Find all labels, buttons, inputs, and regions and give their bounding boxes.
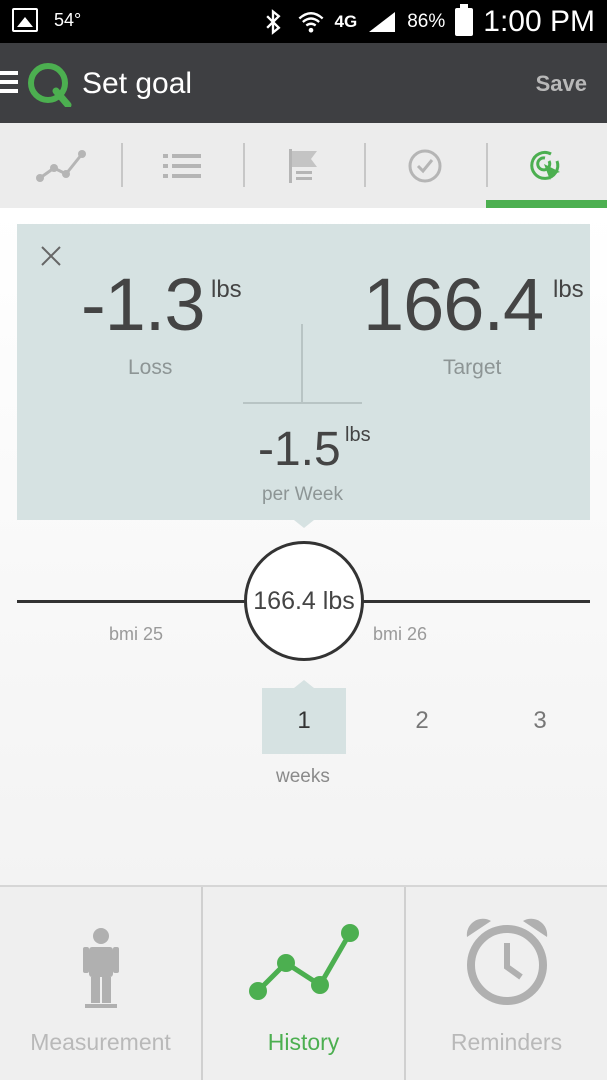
temperature-text: 54° xyxy=(54,9,82,30)
goal-summary-card: -1.3 lbs Loss 166.4 lbs Target -1.5 lbs … xyxy=(17,224,590,520)
signal-strength-icon xyxy=(369,12,396,32)
week-option-3[interactable]: 3 xyxy=(498,688,582,754)
nav-history-label: History xyxy=(267,1029,340,1055)
flag-icon xyxy=(288,148,317,183)
gallery-notification-icon xyxy=(12,8,38,32)
tab-flag[interactable] xyxy=(242,123,364,208)
rate-value: -1.5 xyxy=(258,423,341,476)
card-divider-horizontal xyxy=(243,402,362,404)
battery-percent-text: 86% xyxy=(407,11,446,32)
target-value: 166.4 xyxy=(363,263,544,346)
save-button[interactable]: Save xyxy=(536,71,587,97)
loss-label: Loss xyxy=(128,356,173,379)
bluetooth-icon xyxy=(265,9,281,35)
card-pointer xyxy=(294,520,314,528)
week-option-1[interactable]: 1 xyxy=(262,688,346,754)
target-icon xyxy=(530,150,561,180)
bmi-right-label: bmi 26 xyxy=(373,624,428,644)
rate-label: per Week xyxy=(262,484,343,505)
bmi-left-label: bmi 25 xyxy=(109,624,164,644)
trend-line-icon xyxy=(35,149,86,182)
nav-history[interactable]: History xyxy=(201,887,404,1080)
nav-measurement-label: Measurement xyxy=(30,1029,171,1055)
nav-reminders[interactable]: Reminders xyxy=(404,887,607,1080)
app-logo-icon xyxy=(28,63,72,107)
target-label: Target xyxy=(443,356,502,379)
weeks-pointer xyxy=(294,680,314,688)
week-option-2[interactable]: 2 xyxy=(380,688,464,754)
alarm-clock-icon xyxy=(466,918,547,1005)
tab-strip xyxy=(0,123,607,208)
network-type-text: 4G xyxy=(334,12,358,31)
tab-check[interactable] xyxy=(364,123,485,208)
loss-value: -1.3 xyxy=(81,263,206,346)
app-bar: Set goal Save xyxy=(0,43,607,123)
weight-slider-knob[interactable]: 166.4 lbs xyxy=(244,541,364,661)
card-divider-vertical xyxy=(301,324,303,402)
menu-icon[interactable] xyxy=(0,71,18,95)
check-circle-icon xyxy=(408,149,442,182)
history-chart-icon xyxy=(248,924,359,1000)
goal-content: -1.3 lbs Loss 166.4 lbs Target -1.5 lbs … xyxy=(0,208,607,885)
tab-goal[interactable] xyxy=(485,123,607,208)
status-bar: 54° 4G 86% 1:00 PM xyxy=(0,0,607,43)
clock-text: 1:00 PM xyxy=(483,5,595,38)
loss-unit: lbs xyxy=(211,276,242,303)
close-icon[interactable] xyxy=(39,244,63,268)
page-title: Set goal xyxy=(82,67,193,100)
tab-trend[interactable] xyxy=(0,123,121,208)
target-unit: lbs xyxy=(553,276,584,303)
list-icon xyxy=(163,153,202,178)
nav-measurement[interactable]: Measurement xyxy=(0,887,201,1080)
nav-reminders-label: Reminders xyxy=(450,1029,563,1055)
slider-value-label: 166.4 lbs xyxy=(253,586,355,615)
rate-unit: lbs xyxy=(345,424,371,446)
tab-list[interactable] xyxy=(121,123,242,208)
weeks-label: weeks xyxy=(276,766,330,787)
bottom-navigation: Measurement History Reminders xyxy=(0,885,607,1080)
wifi-icon xyxy=(298,12,323,33)
person-icon xyxy=(82,928,119,1008)
battery-icon xyxy=(455,4,474,36)
